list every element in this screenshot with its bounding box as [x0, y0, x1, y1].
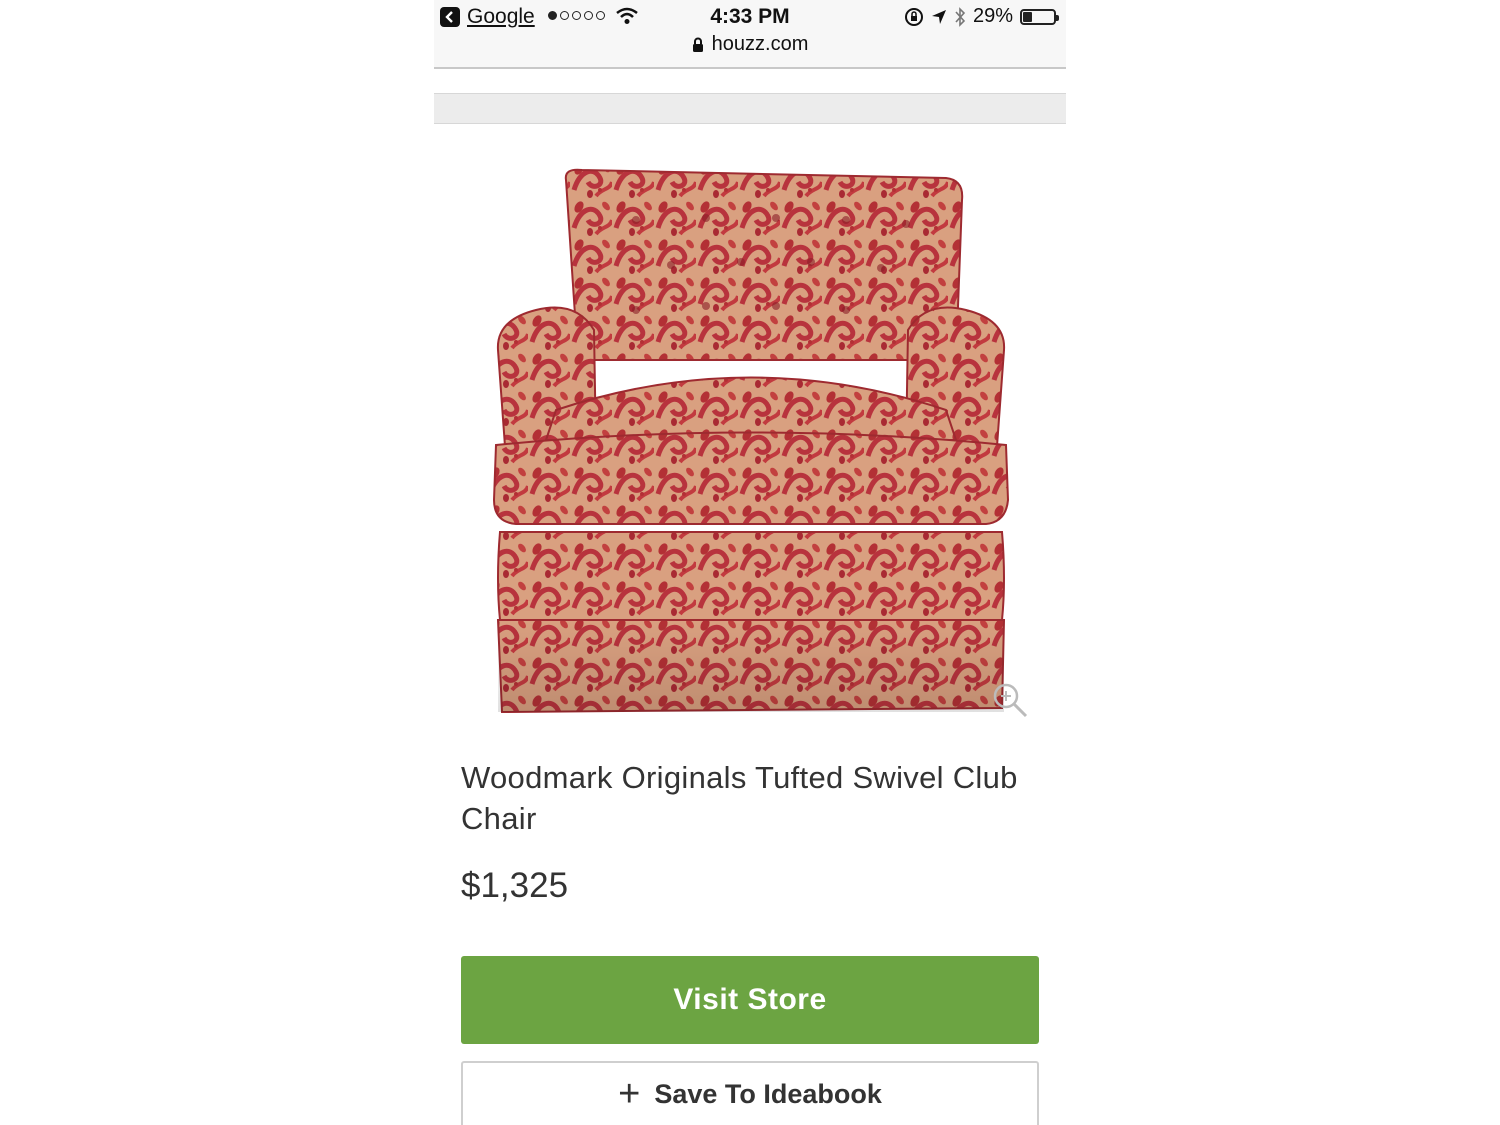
url-text: houzz.com [711, 33, 809, 55]
save-to-ideabook-button[interactable]: + Save To Ideabook [461, 1061, 1039, 1125]
product-image[interactable] [486, 160, 1016, 720]
lock-icon [692, 37, 703, 52]
zoom-in-icon[interactable] [990, 680, 1030, 720]
product-title: Woodmark Originals Tufted Swivel Club Ch… [461, 760, 1018, 836]
orientation-lock-icon [904, 7, 923, 26]
header-band [434, 93, 1066, 124]
phone-screen: Google 4:33 PM 29% houzz.com Woodmark Or… [434, 0, 1066, 1125]
status-right-group: 29% [904, 5, 1059, 28]
status-bar: Google 4:33 PM 29% houzz.com [434, 0, 1066, 69]
visit-store-button[interactable]: Visit Store [461, 956, 1039, 1044]
battery-icon [1020, 8, 1059, 25]
location-arrow-icon [931, 9, 946, 24]
address-bar[interactable]: houzz.com [434, 33, 1066, 56]
save-to-ideabook-label: Save To Ideabook [654, 1079, 882, 1109]
plus-icon: + [618, 1073, 641, 1115]
battery-percent: 29% [972, 5, 1013, 27]
product-price: $1,325 [461, 866, 569, 905]
bluetooth-icon [955, 6, 966, 27]
